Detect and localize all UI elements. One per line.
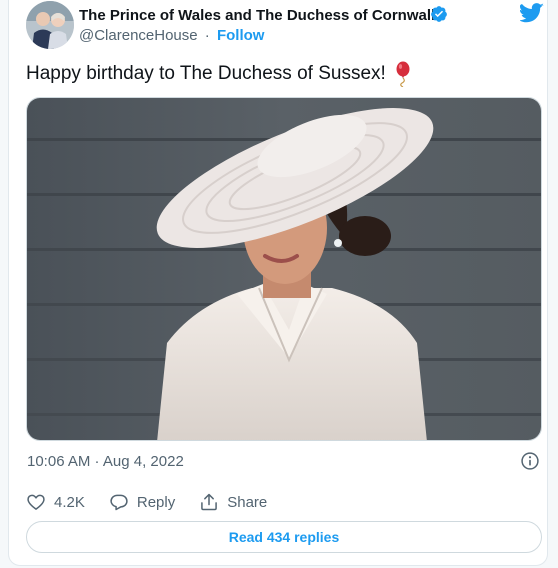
balloon-emoji [396, 61, 410, 87]
twitter-bird-icon[interactable] [520, 3, 544, 23]
like-button[interactable]: 4.2K [26, 492, 85, 512]
tweet-text: Happy birthday to The Duchess of Sussex! [26, 61, 412, 87]
tweet-body: Happy birthday to The Duchess of Sussex! [26, 63, 386, 84]
author-name[interactable]: The Prince of Wales and The Duchess of C… [79, 7, 435, 24]
reply-label: Reply [136, 493, 176, 511]
reply-button[interactable]: Reply [109, 492, 175, 512]
separator-dot: · [204, 27, 210, 44]
avatar[interactable] [26, 1, 74, 49]
action-bar: 4.2K Reply Share [26, 490, 291, 514]
like-count: 4.2K [54, 493, 85, 511]
verified-badge-icon [431, 6, 447, 22]
read-replies-button[interactable]: Read 434 replies [26, 521, 542, 553]
follow-button[interactable]: Follow [217, 27, 265, 44]
tweet-card: The Prince of Wales and The Duchess of C… [8, 0, 548, 566]
author-handle[interactable]: @ClarenceHouse [79, 27, 198, 44]
tweet-timestamp[interactable]: 10:06 AM · Aug 4, 2022 [27, 453, 184, 470]
info-icon[interactable] [520, 451, 540, 471]
tweet-photo[interactable] [26, 97, 542, 441]
reply-bubble-icon [110, 494, 128, 511]
share-label: Share [227, 493, 268, 511]
handle-line: @ClarenceHouse · Follow [79, 27, 264, 44]
heart-icon [27, 494, 45, 510]
share-icon [201, 493, 218, 511]
share-button[interactable]: Share [199, 492, 267, 512]
